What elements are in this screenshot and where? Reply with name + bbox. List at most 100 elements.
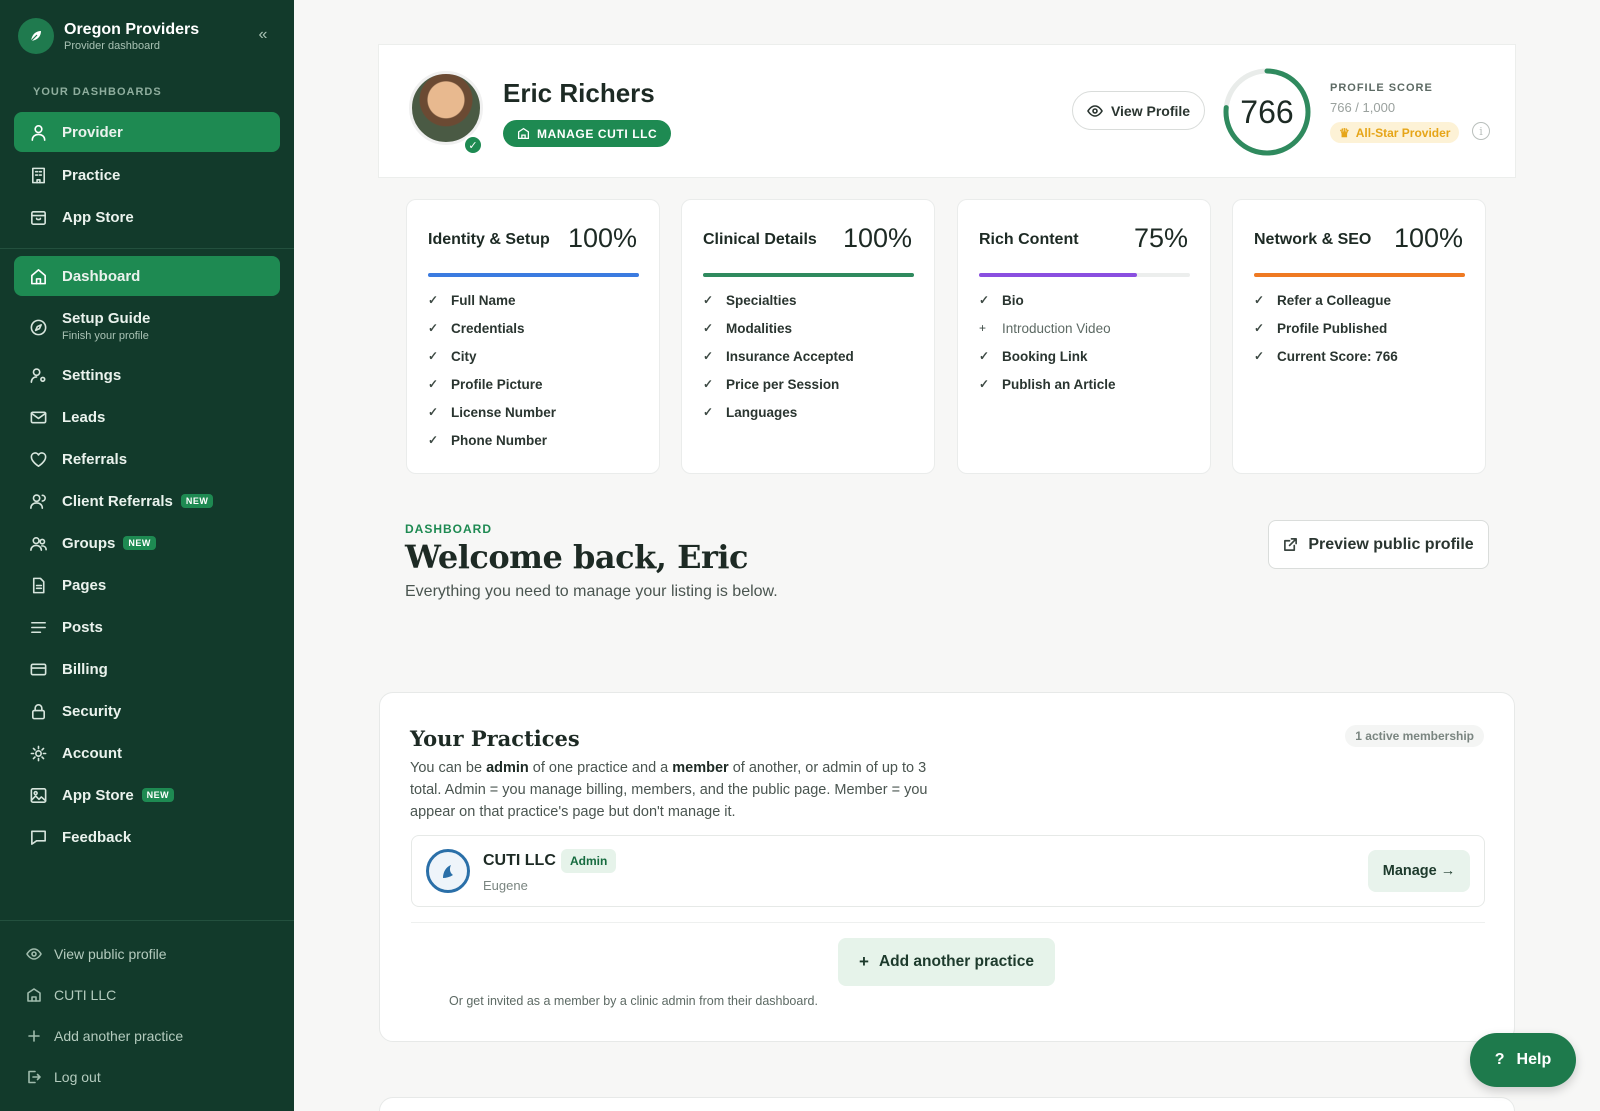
checklist-item[interactable]: ✓ Profile Published bbox=[1254, 321, 1398, 349]
checklist-item-label: Insurance Accepted bbox=[726, 349, 854, 364]
checklist-item[interactable]: + Introduction Video bbox=[979, 321, 1116, 349]
sidebar-item-settings[interactable]: Settings bbox=[14, 355, 280, 395]
sidebar-item-app-store[interactable]: App Store bbox=[14, 197, 280, 237]
check-icon: ✓ bbox=[703, 349, 714, 363]
sidebar-item-setup-guide[interactable]: Setup Guide Finish your profile bbox=[14, 304, 280, 350]
checklist-item[interactable]: ✓ Price per Session bbox=[703, 377, 854, 405]
plus-icon bbox=[28, 1030, 40, 1042]
progress-fill bbox=[979, 273, 1138, 277]
practices-card: Your Practices 1 active membership You c… bbox=[379, 692, 1515, 1042]
footer-cuti-llc[interactable]: CUTI LLC bbox=[26, 987, 116, 1003]
footer-log-out[interactable]: Log out bbox=[26, 1069, 101, 1085]
sidebar-divider bbox=[0, 248, 294, 249]
page-subtitle: Everything you need to manage your listi… bbox=[405, 583, 778, 600]
logout-icon bbox=[28, 1070, 41, 1084]
stat-percent: 100% bbox=[1393, 223, 1463, 253]
manage-practice-button[interactable]: MANAGE CUTI LLC bbox=[503, 120, 672, 147]
checklist-item[interactable]: ✓ Current Score: 766 bbox=[1254, 349, 1398, 377]
check-icon: ✓ bbox=[979, 349, 990, 363]
stat-percent: 75% bbox=[1133, 223, 1188, 253]
sidebar-item-label: App Store bbox=[62, 786, 134, 804]
group-icon bbox=[28, 533, 48, 553]
info-icon[interactable]: i bbox=[1472, 122, 1490, 140]
checklist-item[interactable]: ✓ Specialties bbox=[703, 293, 854, 321]
role-badge: Admin bbox=[561, 849, 617, 873]
sidebar-item-practice[interactable]: Practice bbox=[14, 155, 280, 195]
plus-icon: + bbox=[979, 321, 987, 335]
checklist-item[interactable]: ✓ Booking Link bbox=[979, 349, 1116, 377]
store-icon bbox=[28, 207, 48, 227]
sidebar-item-posts[interactable]: Posts bbox=[14, 607, 280, 647]
checklist-item[interactable]: ✓ City bbox=[428, 349, 556, 377]
sidebar-item-pages[interactable]: Pages bbox=[14, 565, 280, 605]
checklist-item[interactable]: ✓ Bio bbox=[979, 293, 1116, 321]
check-icon: ✓ bbox=[1254, 321, 1265, 335]
new-badge: NEW bbox=[141, 788, 175, 802]
file-icon bbox=[28, 575, 48, 595]
footer-view-public-profile[interactable]: View public profile bbox=[26, 946, 167, 962]
desc-text: You can be bbox=[410, 760, 487, 776]
stat-card: Identity & Setup 100% ✓ Full Name ✓ Credentia… bbox=[406, 199, 660, 474]
image-icon bbox=[28, 785, 48, 805]
checklist-item[interactable]: ✓ Credentials bbox=[428, 321, 556, 349]
preview-public-profile-button[interactable]: Preview public profile bbox=[1268, 520, 1489, 569]
checklist-item[interactable]: ✓ Insurance Accepted bbox=[703, 349, 854, 377]
mail-icon bbox=[28, 407, 48, 427]
sidebar-item-client-referrals[interactable]: Client Referrals NEW bbox=[14, 481, 280, 521]
next-section-card bbox=[379, 1097, 1515, 1111]
sidebar-item-groups[interactable]: Groups NEW bbox=[14, 523, 280, 563]
view-profile-button[interactable]: View Profile bbox=[1072, 91, 1205, 130]
checklist-item[interactable]: ✓ Phone Number bbox=[428, 433, 556, 461]
check-icon: ✓ bbox=[703, 377, 714, 391]
user-icon bbox=[28, 122, 48, 142]
checklist-item[interactable]: ✓ Full Name bbox=[428, 293, 556, 321]
manage-practice-label: MANAGE CUTI LLC bbox=[537, 126, 658, 141]
stat-card: Network & SEO 100% ✓ Refer a Colleague ✓ Prof… bbox=[1232, 199, 1486, 474]
checklist-item-label: Publish an Article bbox=[1002, 377, 1116, 392]
users-icon bbox=[28, 491, 48, 511]
double-chevron-left-icon[interactable]: « bbox=[254, 26, 272, 44]
checklist-item[interactable]: ✓ Refer a Colleague bbox=[1254, 293, 1398, 321]
progress-track bbox=[703, 273, 914, 277]
check-icon: ✓ bbox=[1254, 293, 1265, 307]
brand-title: Oregon Providers bbox=[64, 20, 200, 38]
checklist-item-label: License Number bbox=[451, 405, 557, 420]
check-icon: ✓ bbox=[428, 349, 439, 363]
checklist-item-label: Profile Picture bbox=[451, 377, 543, 392]
sidebar-item-label: Referrals bbox=[62, 450, 128, 468]
sidebar-item-feedback[interactable]: Feedback bbox=[14, 817, 280, 857]
practices-note: Or get invited as a member by a clinic a… bbox=[449, 994, 818, 1008]
sidebar-item-leads[interactable]: Leads bbox=[14, 397, 280, 437]
checklist-item[interactable]: ✓ Modalities bbox=[703, 321, 854, 349]
sidebar-item-label: App Store bbox=[62, 208, 134, 226]
checklist-item[interactable]: ✓ License Number bbox=[428, 405, 556, 433]
gear-icon bbox=[28, 743, 48, 763]
sidebar-item-dashboard[interactable]: Dashboard bbox=[14, 256, 280, 296]
manage-practice-row-button[interactable]: Manage → bbox=[1368, 850, 1470, 892]
sidebar-item-account[interactable]: Account bbox=[14, 733, 280, 773]
stat-percent: 100% bbox=[842, 223, 912, 253]
building-icon bbox=[517, 127, 530, 140]
avatar[interactable] bbox=[409, 71, 483, 145]
check-icon: ✓ bbox=[703, 321, 714, 335]
checklist-item[interactable]: ✓ Publish an Article bbox=[979, 377, 1116, 405]
progress-fill bbox=[428, 273, 639, 277]
footer-add-practice[interactable]: Add another practice bbox=[26, 1028, 183, 1044]
sidebar-item-label: Groups bbox=[62, 534, 116, 552]
preview-public-profile-label: Preview public profile bbox=[1308, 535, 1474, 553]
checklist-item[interactable]: ✓ Profile Picture bbox=[428, 377, 556, 405]
sidebar-item-security[interactable]: Security bbox=[14, 691, 280, 731]
sidebar: Oregon Providers Provider dashboard « YO… bbox=[0, 0, 294, 1111]
check-icon: ✓ bbox=[428, 293, 439, 307]
help-button[interactable]: ? Help bbox=[1470, 1033, 1576, 1087]
checklist-item[interactable]: ✓ Languages bbox=[703, 405, 854, 433]
profile-score-of: 766 / 1,000 bbox=[1330, 100, 1396, 115]
sidebar-item-referrals[interactable]: Referrals bbox=[14, 439, 280, 479]
sidebar-item-provider[interactable]: Provider bbox=[14, 112, 280, 152]
brand[interactable]: Oregon Providers Provider dashboard bbox=[18, 18, 199, 54]
add-another-practice-button[interactable]: + Add another practice bbox=[838, 938, 1055, 986]
sidebar-item-app-store-2[interactable]: App Store NEW bbox=[14, 775, 280, 815]
stat-title: Network & SEO bbox=[1254, 231, 1372, 248]
sidebar-item-billing[interactable]: Billing bbox=[14, 649, 280, 689]
stat-title: Rich Content bbox=[979, 231, 1079, 248]
